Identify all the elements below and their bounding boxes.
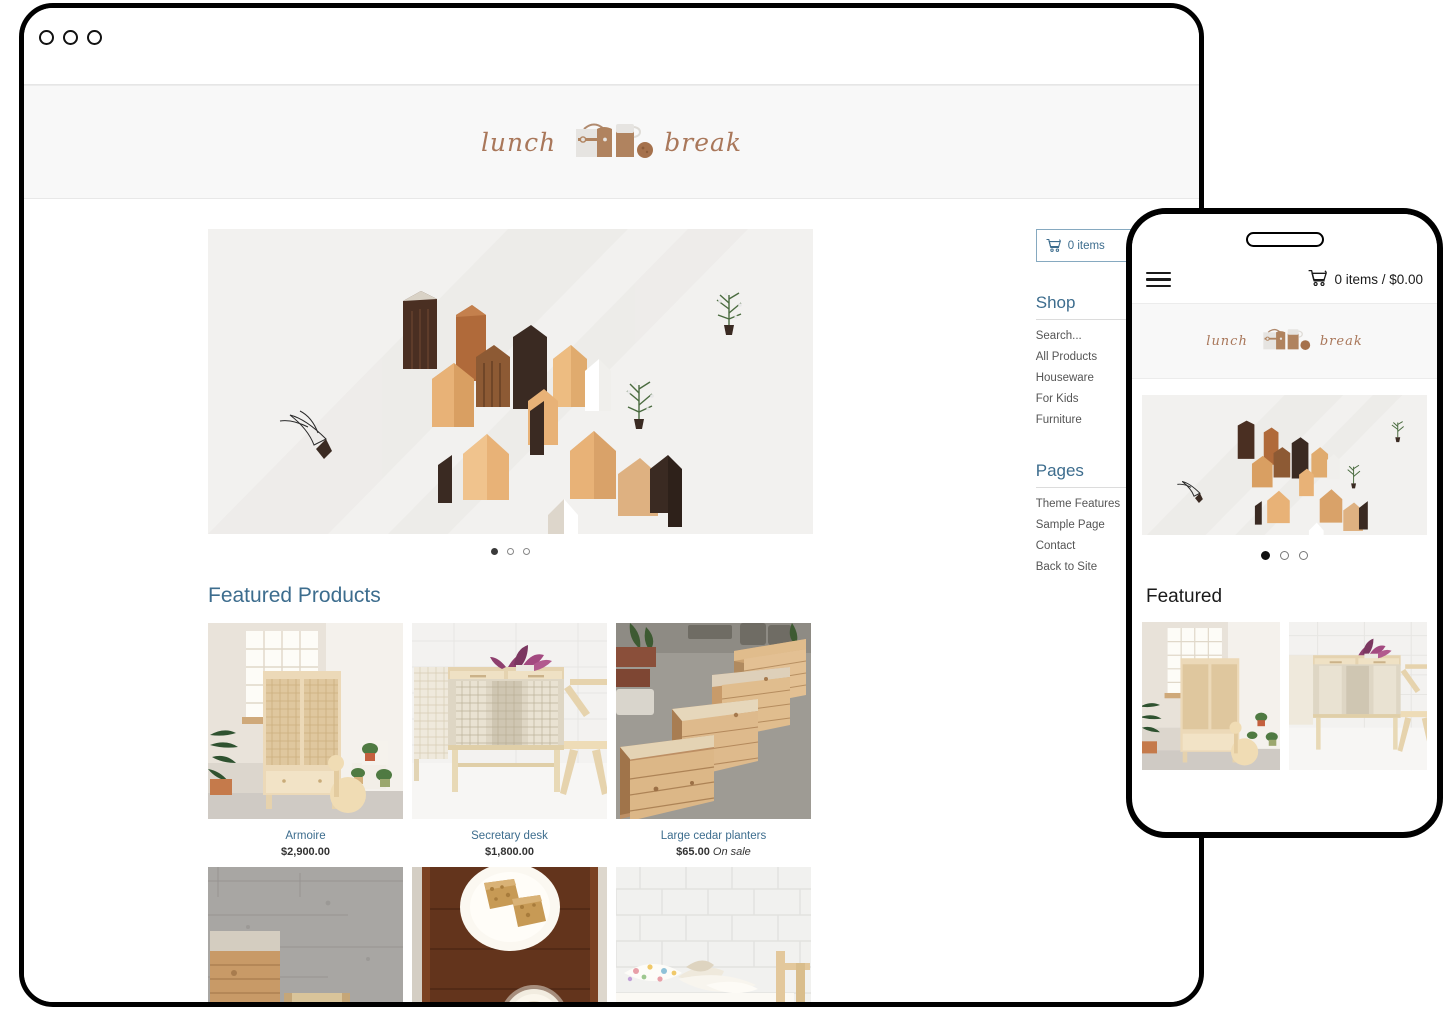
lunchbox-thermos-cookie-icon bbox=[1256, 325, 1312, 358]
product-card[interactable] bbox=[412, 867, 607, 1002]
browser-chrome-bar bbox=[24, 8, 1199, 85]
site-viewport: lunch break Featured Products Armoire $2… bbox=[24, 85, 1199, 1002]
site-header: lunch break bbox=[24, 85, 1199, 199]
mobile-hero-carousel-image[interactable] bbox=[1142, 395, 1427, 535]
screenshot-stage: lunch break Featured Products Armoire $2… bbox=[0, 0, 1443, 1010]
window-controls bbox=[39, 30, 102, 45]
mobile-cart-summary[interactable]: 0 items / $0.00 bbox=[1308, 269, 1423, 289]
hero-carousel-dots[interactable] bbox=[208, 534, 813, 555]
product-price-value: $65.00 bbox=[676, 846, 710, 858]
mobile-logo-word-left: lunch bbox=[1206, 333, 1248, 349]
featured-products-grid: Armoire $2,900.00 Secretary desk $1,800.… bbox=[208, 623, 813, 1002]
window-control-circle-2[interactable] bbox=[63, 30, 78, 45]
product-image-armoire[interactable] bbox=[208, 623, 403, 819]
hamburger-line bbox=[1146, 284, 1171, 288]
product-price-value: $2,900.00 bbox=[281, 846, 330, 858]
phone-device-frame: 0 items / $0.00 lunch break Featured bbox=[1126, 208, 1443, 838]
product-card[interactable] bbox=[616, 867, 811, 1002]
window-control-circle-1[interactable] bbox=[39, 30, 54, 45]
mobile-logo-band: lunch break bbox=[1132, 304, 1437, 379]
shopping-cart-icon bbox=[1046, 239, 1061, 252]
mobile-featured-heading: Featured bbox=[1146, 586, 1223, 607]
mobile-carousel-dot-1[interactable] bbox=[1261, 551, 1270, 560]
mobile-logo-word-right: break bbox=[1319, 333, 1363, 349]
window-control-circle-3[interactable] bbox=[87, 30, 102, 45]
phone-speaker-pill bbox=[1245, 232, 1324, 247]
main-content-column: Featured Products Armoire $2,900.00 Secr… bbox=[208, 229, 1000, 1002]
mobile-carousel-dots[interactable] bbox=[1132, 535, 1437, 560]
mobile-site-logo[interactable]: lunch break bbox=[1206, 325, 1362, 358]
hero-carousel-image[interactable] bbox=[208, 229, 813, 534]
product-image-cedar-planters[interactable] bbox=[616, 623, 811, 819]
product-sale-label: On sale bbox=[712, 846, 751, 858]
logo-word-right: break bbox=[664, 127, 743, 157]
shopping-cart-icon bbox=[1308, 269, 1328, 289]
mobile-nav-bar: 0 items / $0.00 bbox=[1132, 256, 1437, 304]
carousel-dot-1[interactable] bbox=[491, 548, 498, 555]
product-price-value: $1,800.00 bbox=[485, 846, 534, 858]
featured-products-heading: Featured Products bbox=[208, 584, 381, 607]
site-body: Featured Products Armoire $2,900.00 Secr… bbox=[24, 199, 1199, 1002]
product-price: $2,900.00 bbox=[208, 846, 403, 858]
mobile-featured-grid bbox=[1132, 608, 1437, 770]
product-price: $1,800.00 bbox=[412, 846, 607, 858]
product-image-coffee-pastry[interactable] bbox=[412, 867, 607, 1002]
product-image-secretary-desk[interactable] bbox=[412, 623, 607, 819]
product-image-wood-crates[interactable] bbox=[208, 867, 403, 1002]
phone-status-area bbox=[1132, 214, 1437, 256]
hamburger-menu-icon[interactable] bbox=[1146, 271, 1171, 288]
mobile-carousel-dot-2[interactable] bbox=[1280, 551, 1289, 560]
product-image-childrens-bed[interactable] bbox=[616, 867, 811, 1002]
product-card[interactable]: Armoire $2,900.00 bbox=[208, 623, 403, 858]
tablet-device-frame: lunch break Featured Products Armoire $2… bbox=[19, 3, 1204, 1007]
product-card[interactable]: Secretary desk $1,800.00 bbox=[412, 623, 607, 858]
product-name[interactable]: Large cedar planters bbox=[616, 830, 811, 842]
logo-word-left: lunch bbox=[480, 127, 557, 157]
mobile-cart-label: 0 items / $0.00 bbox=[1334, 272, 1423, 287]
carousel-dot-2[interactable] bbox=[507, 548, 514, 555]
carousel-dot-3[interactable] bbox=[523, 548, 530, 555]
site-logo[interactable]: lunch break bbox=[481, 117, 742, 168]
product-name[interactable]: Armoire bbox=[208, 830, 403, 842]
mobile-carousel-dot-3[interactable] bbox=[1299, 551, 1308, 560]
product-price: $65.00 On sale bbox=[616, 846, 811, 858]
lunchbox-thermos-cookie-icon bbox=[564, 117, 656, 168]
hamburger-line bbox=[1146, 271, 1171, 275]
mobile-product-image-secretary-desk[interactable] bbox=[1289, 622, 1427, 770]
product-name[interactable]: Secretary desk bbox=[412, 830, 607, 842]
hamburger-line bbox=[1146, 278, 1171, 281]
product-card[interactable] bbox=[208, 867, 403, 1002]
cart-items-label: 0 items bbox=[1067, 239, 1105, 252]
product-card[interactable]: Large cedar planters $65.00 On sale bbox=[616, 623, 811, 858]
mobile-product-image-armoire[interactable] bbox=[1142, 622, 1280, 770]
